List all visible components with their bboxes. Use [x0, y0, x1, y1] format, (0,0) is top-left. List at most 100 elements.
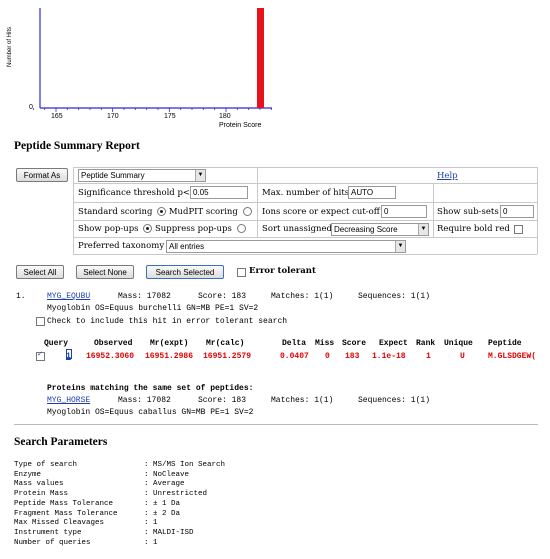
format-select[interactable]: Peptide Summary ▼: [78, 169, 206, 182]
cell-miss: 0: [325, 352, 330, 361]
param-label: Enzyme: [14, 470, 42, 479]
param-value: : Unrestricted: [144, 490, 208, 499]
suppress-popups-radio[interactable]: [236, 224, 246, 233]
param-label: Instrument type: [14, 528, 82, 537]
param-row: Max Missed Cleavages : 1: [14, 519, 225, 529]
param-value: : ± 1 Da: [144, 499, 181, 508]
param-label: Mass values: [14, 480, 64, 489]
histogram-xlabel: Protein Score: [219, 122, 262, 129]
same-set-description: Myoglobin OS=Equus caballus GN=MB PE=1 S…: [47, 408, 254, 417]
col-miss: Miss: [315, 339, 335, 348]
taxonomy-label: Preferred taxonomy: [78, 241, 165, 251]
param-value: : NoCleave: [144, 470, 190, 479]
mudpit-scoring-radio[interactable]: [242, 207, 252, 216]
param-value: : MALDI-ISD: [144, 528, 194, 537]
select-all-button[interactable]: Select All: [16, 265, 64, 279]
col-observed: Observed: [94, 339, 133, 348]
taxonomy-select[interactable]: All entries ▼: [166, 240, 406, 253]
same-set-accession-link[interactable]: MYG_HORSE: [47, 396, 90, 406]
search-parameters-list: Type of search: MS/MS Ion Search Enzyme:…: [14, 461, 225, 548]
sort-select[interactable]: Decreasing Score ▼: [331, 223, 429, 236]
popups-label[interactable]: Show pop-ups Suppress pop-ups: [78, 223, 246, 235]
max-hits-input[interactable]: AUTO: [348, 186, 396, 199]
max-hits-label: Max. number of hits: [262, 188, 350, 198]
hit-mass: Mass: 17082: [118, 292, 171, 301]
col-score: Score: [342, 339, 367, 348]
search-parameters-title: Search Parameters: [14, 436, 108, 448]
error-tolerant-label: Error tolerant: [249, 266, 316, 276]
col-mr-expt: Mr(expt): [150, 339, 189, 348]
significance-label: Significance threshold p<: [78, 188, 191, 198]
show-popups-radio[interactable]: [143, 224, 153, 233]
help-link[interactable]: Help: [437, 170, 458, 182]
ions-cutoff-input[interactable]: 0: [381, 205, 427, 218]
error-tolerant-hit-checkbox[interactable]: [36, 317, 45, 326]
hit-number: 1.: [16, 292, 26, 301]
cell-score: 183: [345, 352, 360, 361]
standard-scoring-radio[interactable]: [157, 207, 167, 216]
param-value: : 1: [144, 519, 158, 528]
cell-rank: 1: [426, 352, 431, 361]
error-tolerant-hit-label: Check to include this hit in error toler…: [47, 317, 288, 326]
cell-delta: 0.0407: [280, 352, 309, 361]
error-tolerant-checkbox[interactable]: [237, 268, 246, 277]
col-rank: Rank: [416, 339, 436, 348]
histogram-bar-183: [257, 8, 264, 108]
hit-matches: Matches: 1(1): [271, 292, 334, 301]
same-set-score: Score: 183: [198, 396, 247, 405]
cell-peptide[interactable]: M.GLSDGEW(: [488, 352, 550, 362]
standard-scoring-label[interactable]: Standard scoring MudPIT scoring: [78, 206, 252, 218]
col-mr-calc: Mr(calc): [206, 339, 245, 348]
param-row: Type of search: MS/MS Ion Search: [14, 461, 225, 471]
col-query: Query: [44, 339, 69, 348]
histogram-tick-165: 165: [51, 113, 63, 120]
param-value: : 1: [144, 538, 158, 547]
param-row: Number of queries : 1: [14, 539, 225, 549]
histogram-tick-175: 175: [164, 113, 176, 120]
divider: [14, 424, 538, 425]
standard-scoring-text: Standard scoring: [78, 207, 153, 217]
cell-mr-calc: 16951.2579: [203, 352, 252, 361]
mudpit-scoring-text: MudPIT scoring: [168, 207, 238, 217]
search-selected-button[interactable]: Search Selected: [146, 265, 224, 279]
subsets-label: Show sub-sets: [437, 207, 499, 217]
ions-cutoff-label: Ions score or expect cut-off: [262, 207, 380, 217]
same-set-heading: Proteins matching the same set of peptid…: [47, 384, 254, 393]
require-bold-red-checkbox[interactable]: [514, 225, 523, 234]
peptide-row-checkbox[interactable]: [36, 350, 45, 361]
histogram-tick-170: 170: [107, 113, 119, 120]
cell-mr-expt: 16951.2986: [145, 352, 194, 361]
param-row: Enzyme : NoCleave: [14, 471, 225, 481]
chevron-down-icon: ▼: [195, 170, 205, 181]
col-unique: Unique: [444, 339, 473, 348]
col-peptide: Peptide: [488, 339, 522, 348]
cell-observed: 16952.3060: [86, 352, 135, 361]
param-label: Max Missed Cleavages: [14, 519, 105, 528]
histogram-axes: [32, 8, 272, 112]
subsets-input[interactable]: 0: [500, 205, 534, 218]
hit-description: Myoglobin OS=Equus burchelli GN=MB PE=1 …: [47, 304, 259, 313]
cell-query[interactable]: 1: [66, 352, 71, 362]
param-row: Peptide Mass Tolerance: ± 1 Da: [14, 500, 225, 510]
hit-accession-link[interactable]: MYG_EQUBU: [47, 292, 90, 302]
chevron-down-icon: ▼: [395, 241, 405, 252]
col-expect: Expect: [379, 339, 408, 348]
param-label: Number of queries: [14, 538, 91, 547]
param-value: : Average: [144, 480, 185, 489]
sort-select-value: Decreasing Score: [334, 225, 398, 234]
param-label: Protein Mass: [14, 490, 69, 499]
param-row: Mass values : Average: [14, 480, 225, 490]
param-label: Fragment Mass Tolerance: [14, 509, 118, 518]
chevron-down-icon: ▼: [418, 224, 428, 235]
select-none-button[interactable]: Select None: [76, 265, 134, 279]
taxonomy-select-value: All entries: [169, 242, 205, 251]
histogram-bars: [257, 8, 264, 108]
require-bold-red-label: Require bold red: [437, 224, 510, 234]
suppress-popups-text: Suppress pop-ups: [154, 224, 232, 234]
significance-input[interactable]: 0.05: [190, 186, 248, 199]
hit-score: Score: 183: [198, 292, 247, 301]
cell-unique: U: [460, 352, 465, 361]
report-title: Peptide Summary Report: [14, 140, 140, 152]
format-as-button[interactable]: Format As: [16, 168, 68, 182]
show-popups-text: Show pop-ups: [78, 224, 139, 234]
